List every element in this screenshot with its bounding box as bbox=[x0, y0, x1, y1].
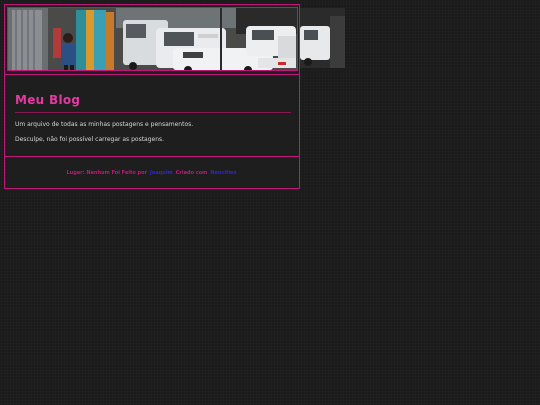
banner-overflow-image bbox=[300, 8, 345, 68]
author-link[interactable]: Joaquim bbox=[150, 170, 173, 176]
blog-description: Um arquivo de todas as minhas postagens … bbox=[15, 121, 194, 128]
blog-container: Meu Blog Um arquivo de todas as minhas p… bbox=[4, 4, 300, 189]
footer-created-text: Criado com bbox=[175, 169, 208, 176]
page-title: Meu Blog bbox=[15, 93, 81, 107]
footer-location-text: Lugar: Nenhum Foi Feito por bbox=[66, 169, 148, 176]
street-photo bbox=[8, 8, 297, 70]
footer: Lugar: Nenhum Foi Feito por Joaquim Cria… bbox=[5, 157, 299, 188]
title-divider bbox=[15, 112, 291, 113]
header-banner-image bbox=[7, 7, 298, 71]
neocities-link[interactable]: Neocities bbox=[210, 170, 236, 176]
street-photo-continued bbox=[300, 8, 345, 68]
main-content: Meu Blog Um arquivo de todas as minhas p… bbox=[5, 75, 299, 160]
posts-error-message: Desculpe, não foi possível carregar as p… bbox=[15, 136, 165, 143]
